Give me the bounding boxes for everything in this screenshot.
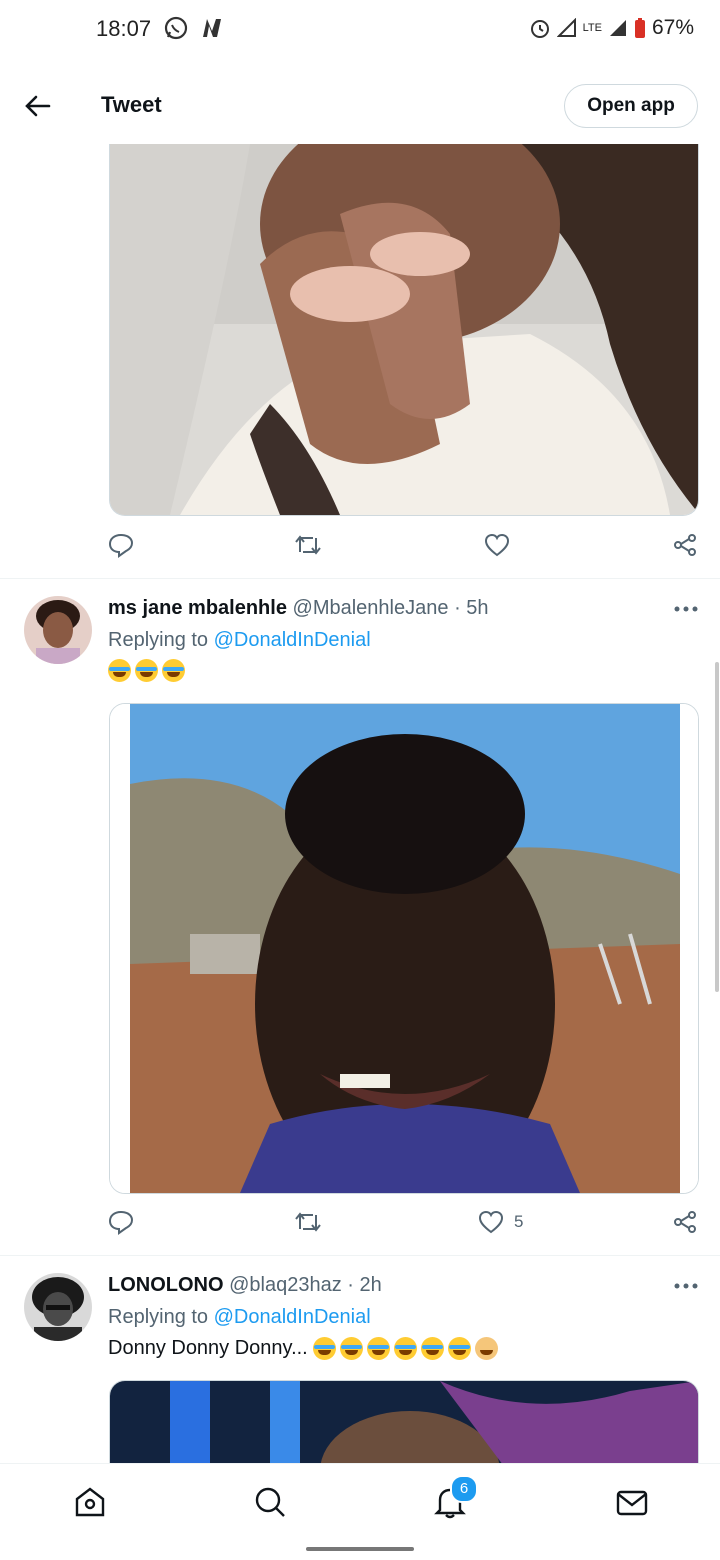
replying-to: Replying to @DonaldInDenial [108,1306,371,1329]
tweet-image[interactable] [109,144,699,516]
rolling-laughing-emoji [340,1337,364,1361]
avatar-photo [24,1273,92,1341]
tweet-body: Donny Donny Donny... [108,1337,308,1359]
like-button[interactable] [484,532,510,558]
tweet-actions [108,532,698,562]
display-name[interactable]: LONOLONO [108,1274,224,1296]
reply-button[interactable] [108,1209,134,1235]
share-icon [674,534,696,556]
open-app-button[interactable]: Open app [564,84,698,128]
retweet-button[interactable] [294,1209,322,1235]
scrollbar[interactable] [715,662,719,992]
reply-icon [108,533,134,558]
mention-link[interactable]: @DonaldInDenial [214,629,371,651]
back-arrow-icon[interactable] [24,92,52,120]
signal-icon-2 [609,20,626,36]
search-icon[interactable] [252,1484,288,1520]
divider [0,1255,720,1256]
photo-woman-covering-face [110,144,698,515]
reply-icon [108,1210,134,1235]
rolling-laughing-emoji [394,1337,418,1361]
photo-smiling-man [110,704,698,1193]
more-options-icon[interactable] [672,1281,700,1291]
replying-label: Replying to [108,1306,209,1328]
bottom-nav: 6 [0,1463,720,1539]
app-notification-icon [203,19,221,37]
replying-to: Replying to @DonaldInDenial [108,629,371,652]
battery-icon [634,18,645,38]
messages-icon[interactable] [614,1484,650,1520]
user-handle[interactable]: @blaq23haz [229,1274,342,1296]
more-options-icon[interactable] [672,604,700,614]
retweet-icon [295,535,321,555]
tweet-time: · 5h [454,597,489,619]
replying-label: Replying to [108,629,209,651]
tweet-image[interactable] [109,703,699,1194]
share-icon [674,1211,696,1233]
like-count: 5 [514,1212,524,1231]
rolling-laughing-emoji [313,1337,337,1361]
like-button[interactable]: 5 [478,1209,523,1235]
tears-of-joy-emoji [135,659,158,683]
heart-icon [478,1210,504,1234]
page-title: Tweet [101,92,162,117]
rolling-laughing-emoji [421,1337,445,1361]
status-time: 18:07 [96,16,152,41]
retweet-button[interactable] [294,532,322,558]
person-raising-hands-emoji [475,1337,499,1361]
rolling-laughing-emoji [448,1337,472,1361]
display-name[interactable]: ms jane mbalenhle [108,597,287,619]
rolling-laughing-emoji [367,1337,391,1361]
reply-button[interactable] [108,532,134,558]
top-bar: Tweet Open app [0,70,720,144]
heart-icon [484,533,510,557]
tweet-header: LONOLONO @blaq23haz · 2h [108,1274,382,1297]
network-type: LTE [582,22,602,34]
signal-icon [556,18,576,37]
notification-badge: 6 [450,1475,478,1503]
retweet-icon [295,1212,321,1232]
battery-level: 67% [651,16,694,39]
avatar[interactable] [24,1273,92,1341]
tears-of-joy-emoji [162,659,185,683]
user-handle[interactable]: @MbalenhleJane [293,597,449,619]
avatar[interactable] [24,596,92,664]
whatsapp-icon [164,16,188,40]
avatar-photo [24,596,92,664]
tweet-time: · 2h [347,1274,382,1296]
tears-of-joy-emoji [108,659,131,683]
tweet-header: ms jane mbalenhle @MbalenhleJane · 5h [108,597,489,620]
home-icon[interactable] [72,1484,108,1520]
share-button[interactable] [672,532,698,558]
share-button[interactable] [672,1209,698,1235]
divider [0,578,720,579]
gesture-bar[interactable] [306,1547,414,1551]
tweet-text [108,659,189,683]
tweet-actions: 5 [108,1209,698,1239]
mention-link[interactable]: @DonaldInDenial [214,1306,371,1328]
status-bar: 18:07 LTE 67% [0,0,720,60]
tweet-text: Donny Donny Donny... [108,1337,502,1361]
alarm-icon [530,20,549,38]
